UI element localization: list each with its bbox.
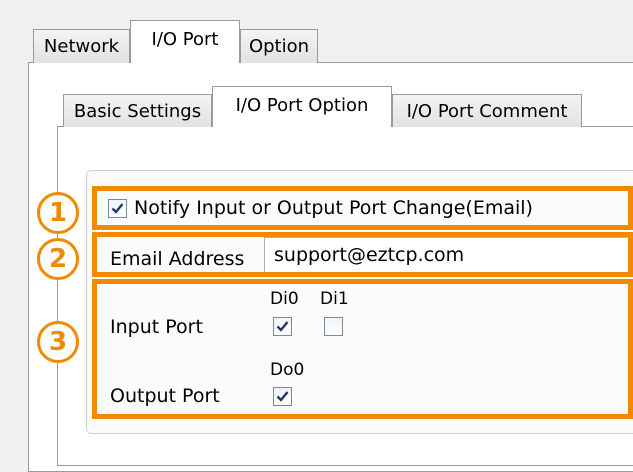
tab-option[interactable]: Option [240,29,318,63]
tab-basic-settings-label: Basic Settings [73,101,202,122]
callout-number-3: 3 [37,321,79,363]
tab-io-port-option[interactable]: I/O Port Option [212,86,392,127]
callout-number-1: 1 [37,192,79,234]
tab-basic-settings[interactable]: Basic Settings [63,94,212,127]
tab-option-label: Option [248,36,310,57]
tab-io-port-comment-label: I/O Port Comment [406,101,568,122]
tab-io-port-option-label: I/O Port Option [235,95,369,116]
callout-box-1 [92,186,633,230]
tab-io-port-label: I/O Port [151,29,219,50]
tab-network[interactable]: Network [33,29,130,63]
callout-box-3 [92,279,633,419]
tab-io-port-comment[interactable]: I/O Port Comment [392,94,582,127]
tab-network-label: Network [43,36,120,57]
callout-box-2 [92,232,633,277]
tab-io-port[interactable]: I/O Port [130,20,240,63]
callout-number-2: 2 [37,238,79,280]
